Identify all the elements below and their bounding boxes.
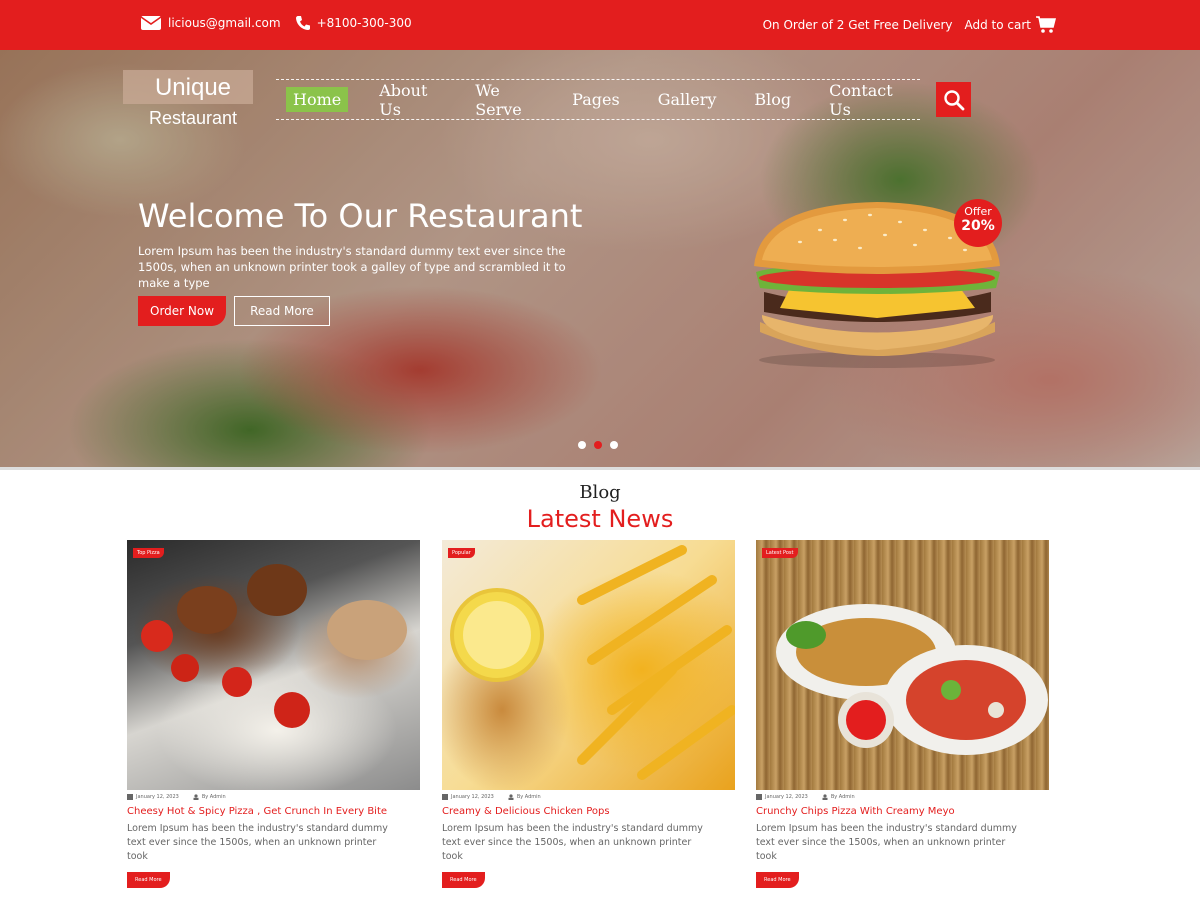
post-image[interactable]: Latest Post [756,540,1049,790]
slider-dots [578,441,626,449]
post-tag: Popular [448,548,475,558]
slider-dot-1[interactable] [578,441,586,449]
offer-value: 20% [961,218,995,234]
hero-slider: Unique Restaurant Home About Us We Serve… [0,50,1200,470]
read-more-button[interactable]: Read More [442,872,485,888]
post-meta: January 12, 2023 By Admin [127,794,427,800]
search-button[interactable] [936,82,971,117]
nav-contact-us[interactable]: Contact Us [822,78,906,122]
blog-section-header: Blog Latest News [0,482,1200,533]
contact-info: licious@gmail.com +8100-300-300 [140,15,426,31]
post-title[interactable]: Crunchy Chips Pizza With Creamy Meyo [756,806,1056,817]
search-icon [943,89,964,110]
main-nav: Home About Us We Serve Pages Gallery Blo… [276,79,920,120]
calendar-icon [442,794,448,800]
logo-line2: Restaurant [148,108,238,128]
post-author: By Admin [822,794,855,800]
post-title[interactable]: Creamy & Delicious Chicken Pops [442,806,742,817]
delivery-promo: On Order of 2 Get Free Delivery [762,18,953,32]
hero-description: Lorem Ipsum has been the industry's stan… [138,244,566,290]
envelope-icon [140,16,162,30]
top-bar: licious@gmail.com +8100-300-300 On Order… [0,0,1200,50]
post-meta: January 12, 2023 By Admin [442,794,742,800]
calendar-icon [127,794,133,800]
post-image[interactable]: Top Pizza [127,540,420,790]
site-logo[interactable]: Unique Restaurant [123,70,253,128]
user-icon [822,794,828,800]
post-date: January 12, 2023 [442,794,494,800]
post-excerpt: Lorem Ipsum has been the industry's stan… [127,823,388,862]
nav-pages[interactable]: Pages [565,87,627,112]
hero-title: Welcome To Our Restaurant [138,197,583,235]
read-more-button[interactable]: Read More [234,296,330,326]
hero-divider [0,467,1200,470]
nav-about-us[interactable]: About Us [372,78,444,122]
offer-badge: Offer 20% [954,199,1002,247]
order-now-button[interactable]: Order Now [138,296,227,326]
nav-gallery[interactable]: Gallery [651,87,724,112]
calendar-icon [756,794,762,800]
phone-contact[interactable]: +8100-300-300 [295,15,412,31]
phone-icon [295,16,310,30]
post-date-text: January 12, 2023 [136,794,179,800]
user-icon [508,794,514,800]
post-date: January 12, 2023 [756,794,808,800]
post-excerpt: Lorem Ipsum has been the industry's stan… [442,823,703,862]
cart-label: Add to cart [964,18,1032,32]
blog-card: Latest Post January 12, 2023 By Admin Cr… [756,540,1056,888]
cart-icon [1036,16,1056,33]
slider-dot-2[interactable] [594,441,602,449]
blog-card: Top Pizza January 12, 2023 By Admin Chee… [127,540,427,888]
post-author: By Admin [193,794,226,800]
user-icon [193,794,199,800]
offer-label: Offer [964,205,992,218]
fries-image [450,545,735,780]
blog-card: Popular January 12, 2023 By Admin Creamy… [442,540,742,888]
post-image[interactable]: Popular [442,540,735,790]
topbar-right: On Order of 2 Get Free Delivery Add to c… [763,16,1056,34]
post-tag: Top Pizza [133,548,164,558]
phone-text: +8100-300-300 [316,16,412,30]
nav-we-serve[interactable]: We Serve [468,78,541,122]
hero-content: Welcome To Our Restaurant Lorem Ipsum ha… [138,197,598,291]
post-author-text: By Admin [830,794,855,800]
email-contact[interactable]: licious@gmail.com [140,15,281,31]
post-tag: Latest Post [762,548,798,558]
logo-line1: Unique [154,74,232,101]
post-date-text: January 12, 2023 [765,794,808,800]
read-more-button[interactable]: Read More [756,872,799,888]
post-meta: January 12, 2023 By Admin [756,794,1056,800]
nav-home[interactable]: Home [286,87,349,112]
post-date-text: January 12, 2023 [451,794,494,800]
post-author-text: By Admin [516,794,541,800]
add-to-cart-link[interactable]: Add to cart [964,16,1056,34]
slider-dot-3[interactable] [610,441,618,449]
nav-blog[interactable]: Blog [747,87,798,112]
post-title[interactable]: Cheesy Hot & Spicy Pizza , Get Crunch In… [127,806,427,817]
post-date: January 12, 2023 [127,794,179,800]
hero-buttons: Order Now Read More [138,296,330,326]
blog-kicker: Blog [579,482,621,503]
post-author: By Admin [508,794,541,800]
salad-plates-image [776,604,1048,755]
blog-heading: Latest News [526,505,674,533]
read-more-button[interactable]: Read More [127,872,170,888]
email-text: licious@gmail.com [168,16,281,30]
post-author-text: By Admin [201,794,226,800]
post-excerpt: Lorem Ipsum has been the industry's stan… [756,823,1017,862]
pizza-plate-image [141,564,407,728]
